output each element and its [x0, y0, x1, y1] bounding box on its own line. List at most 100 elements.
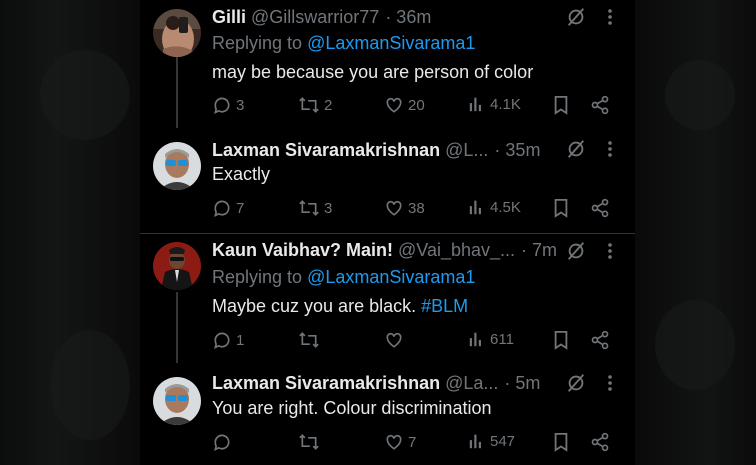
replying-to: Replying to @LaxmanSivarama1 [212, 267, 475, 288]
hashtag-link[interactable]: #BLM [421, 296, 468, 316]
reply-button[interactable]: 1 [212, 330, 244, 350]
views-button[interactable]: 611 [468, 330, 514, 348]
reply-button[interactable] [212, 432, 236, 452]
mention-link[interactable]: @LaxmanSivarama1 [307, 267, 475, 287]
like-button[interactable]: 20 [384, 95, 425, 115]
blurred-avatar-ghost [655, 300, 735, 390]
reply-button[interactable]: 3 [212, 95, 244, 115]
share-button[interactable] [590, 198, 610, 218]
like-icon [384, 198, 404, 218]
more-icon[interactable] [607, 242, 613, 260]
bookmark-button[interactable] [552, 432, 570, 452]
view-count: 611 [490, 330, 514, 348]
reply-button[interactable]: 7 [212, 198, 244, 218]
tweet-actions: 3 2 20 4.1K [212, 95, 622, 117]
tweet-text: Exactly [212, 164, 271, 184]
share-button[interactable] [590, 432, 610, 452]
share-icon [590, 330, 610, 350]
repost-button[interactable] [298, 432, 324, 452]
display-name[interactable]: Laxman Sivaramakrishnan [212, 140, 440, 161]
blurred-background-left [0, 0, 140, 465]
like-count: 7 [408, 433, 417, 451]
view-count: 4.5K [490, 198, 521, 216]
reply-count: 1 [236, 331, 245, 349]
tweet-laxman-2[interactable]: Laxman Sivaramakrishnan @La... · 5m You … [140, 363, 635, 465]
bookmark-button[interactable] [552, 330, 570, 350]
tweet-laxman-1[interactable]: Laxman Sivaramakrishnan @L... · 35m Exac… [140, 128, 635, 233]
like-icon [384, 432, 404, 452]
tweet-gilli[interactable]: Gilli @Gillswarrior77 · 36m Replying to … [140, 0, 635, 128]
view-count: 4.1K [490, 95, 521, 113]
bookmark-button[interactable] [552, 95, 570, 115]
timestamp[interactable]: · 35m [494, 140, 540, 161]
tweet-text-body: Maybe cuz you are black. [212, 296, 417, 316]
more-icon[interactable] [607, 374, 613, 392]
tweet-kaun-vaibhav[interactable]: Kaun Vaibhav? Main! @Vai_bhav_... · 7m R… [140, 234, 635, 363]
display-name[interactable]: Gilli [212, 7, 246, 28]
replying-to-label: Replying to [212, 267, 303, 287]
like-count: 20 [408, 96, 425, 114]
tweet-corner-actions [565, 6, 613, 28]
reply-count: 7 [236, 199, 245, 217]
timestamp[interactable]: · 7m [521, 240, 557, 261]
views-button[interactable]: 4.1K [468, 95, 521, 113]
view-count: 547 [490, 432, 516, 450]
repost-button[interactable]: 3 [298, 198, 332, 218]
reply-icon [212, 95, 232, 115]
tweet-corner-actions [565, 372, 613, 394]
timestamp[interactable]: · 36m [385, 7, 431, 28]
more-icon[interactable] [607, 140, 613, 158]
views-icon [468, 198, 486, 216]
bookmark-icon [552, 95, 570, 115]
user-handle[interactable]: @L... [445, 140, 488, 161]
user-handle[interactable]: @La... [445, 373, 498, 394]
tweet-actions: 7 547 [212, 432, 622, 454]
bookmark-button[interactable] [552, 198, 570, 218]
repost-icon [298, 95, 320, 115]
blurred-avatar-ghost [665, 60, 735, 130]
share-icon [590, 95, 610, 115]
grok-icon[interactable] [565, 372, 587, 394]
like-button[interactable]: 38 [384, 198, 425, 218]
like-icon [384, 95, 404, 115]
grok-icon[interactable] [565, 138, 587, 160]
repost-icon [298, 432, 320, 452]
tweet-corner-actions [565, 240, 613, 262]
grok-icon[interactable] [565, 240, 587, 262]
avatar[interactable] [153, 9, 201, 57]
grok-icon[interactable] [565, 6, 587, 28]
tweet-text: may be because you are person of color [212, 62, 534, 82]
reply-icon [212, 198, 232, 218]
views-icon [468, 432, 486, 450]
thread-line [176, 57, 178, 128]
mention-link[interactable]: @LaxmanSivarama1 [307, 33, 475, 53]
display-name[interactable]: Laxman Sivaramakrishnan [212, 373, 440, 394]
views-button[interactable]: 547 [468, 432, 515, 450]
timestamp[interactable]: · 5m [504, 373, 540, 394]
views-button[interactable]: 4.5K [468, 198, 521, 216]
like-button[interactable] [384, 330, 408, 350]
avatar[interactable] [153, 242, 201, 290]
display-name[interactable]: Kaun Vaibhav? Main! [212, 240, 393, 261]
repost-button[interactable]: 2 [298, 95, 332, 115]
like-button[interactable]: 7 [384, 432, 416, 452]
views-icon [468, 330, 486, 348]
tweet-corner-actions [565, 138, 613, 160]
more-icon[interactable] [607, 8, 613, 26]
tweet-text: Maybe cuz you are black. #BLM [212, 296, 468, 317]
share-icon [590, 432, 610, 452]
reply-thread: Gilli @Gillswarrior77 · 36m Replying to … [140, 0, 635, 465]
thread-line [176, 292, 178, 363]
repost-icon [298, 330, 320, 350]
share-button[interactable] [590, 330, 610, 350]
share-button[interactable] [590, 95, 610, 115]
bookmark-icon [552, 432, 570, 452]
avatar[interactable] [153, 142, 201, 190]
bookmark-icon [552, 198, 570, 218]
avatar[interactable] [153, 377, 201, 425]
repost-button[interactable] [298, 330, 324, 350]
replying-to: Replying to @LaxmanSivarama1 [212, 33, 475, 54]
user-handle[interactable]: @Gillswarrior77 [251, 7, 379, 28]
user-handle[interactable]: @Vai_bhav_... [398, 240, 515, 261]
views-icon [468, 95, 486, 113]
